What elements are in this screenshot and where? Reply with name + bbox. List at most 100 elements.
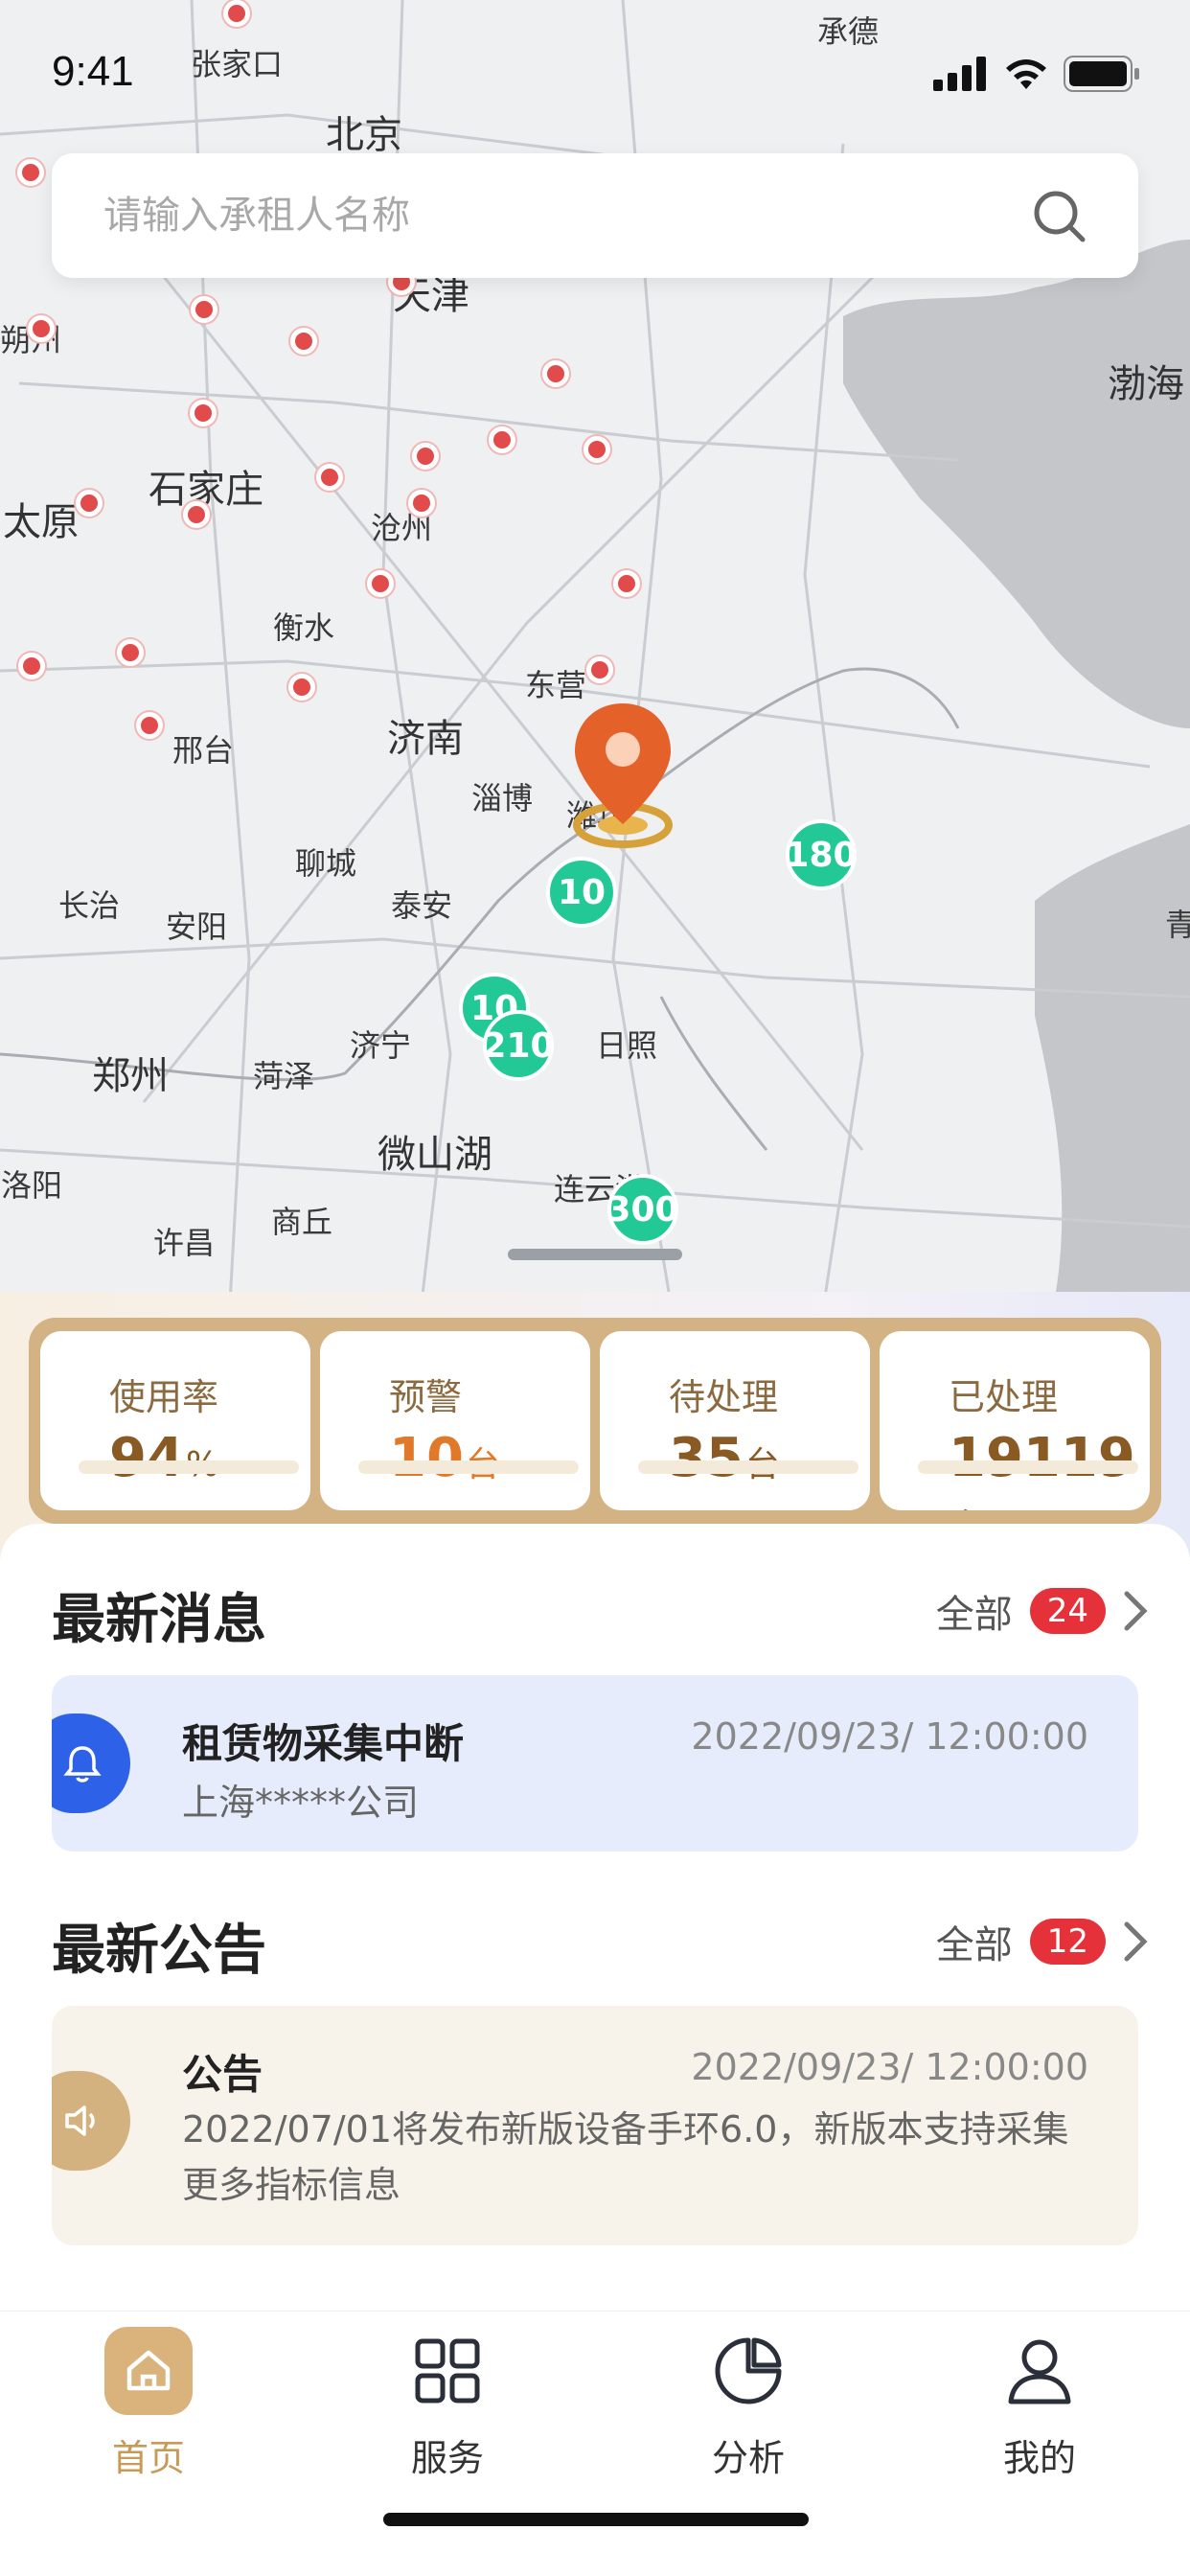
battery-icon (1064, 56, 1139, 92)
city-label: 日照 (595, 1027, 658, 1064)
messages-more-link[interactable]: 全部 24 (936, 1583, 1148, 1639)
grid-icon (403, 2327, 492, 2415)
city-label: 许昌 (152, 1225, 216, 1261)
stat-label: 待处理 (669, 1376, 779, 1418)
tab-services[interactable]: 服务 (371, 2327, 524, 2481)
stat-label: 使用率 (109, 1376, 219, 1418)
search-input[interactable] (102, 193, 968, 239)
city-label: 邢台 (172, 732, 235, 769)
bell-icon (63, 1746, 102, 1782)
city-marker (489, 426, 515, 453)
bell-icon-wrap (52, 1714, 130, 1813)
more-label: 全部 (935, 1593, 1013, 1637)
tab-home[interactable]: 首页 (72, 2327, 225, 2481)
notices-title: 最新公告 (52, 1920, 266, 1982)
city-marker (542, 360, 569, 387)
tab-profile[interactable]: 我的 (963, 2327, 1116, 2481)
city-marker (586, 656, 613, 683)
city-marker (412, 443, 439, 470)
city-label: 长治 (57, 887, 121, 924)
search-icon[interactable] (1031, 188, 1088, 245)
stat-label: 已处理 (949, 1376, 1059, 1418)
city-marker (18, 653, 45, 679)
location-pin-icon[interactable] (567, 696, 682, 859)
city-label: 济宁 (349, 1027, 412, 1064)
stat-value: 10台 (389, 1427, 500, 1489)
stat-usage-card[interactable]: 使用率 94% (40, 1331, 310, 1510)
city-marker (613, 570, 640, 597)
city-marker (17, 159, 44, 186)
cluster-marker[interactable]: 10 (546, 857, 617, 928)
city-marker (190, 400, 217, 426)
stat-progress-bar (638, 1460, 858, 1474)
stat-progress-bar (358, 1460, 579, 1474)
signal-icon (933, 57, 986, 91)
city-label: 商丘 (270, 1204, 333, 1240)
stat-value: 94% (109, 1427, 218, 1489)
message-company: 上海*****公司 (182, 1782, 420, 1824)
city-label: 泰安 (390, 887, 453, 924)
count-badge: 12 (1029, 1919, 1106, 1965)
city-marker (316, 464, 343, 491)
stat-progress-bar (918, 1460, 1138, 1474)
city-label: 微山湖 (378, 1133, 492, 1177)
home-indicator[interactable] (383, 2513, 809, 2526)
city-marker (76, 490, 103, 517)
cluster-marker[interactable]: 300 (606, 1174, 679, 1245)
tab-label: 我的 (1002, 2437, 1076, 2479)
city-marker (367, 570, 394, 597)
city-marker (117, 639, 144, 666)
city-marker (136, 712, 163, 739)
city-label: 太原 (3, 500, 80, 544)
city-label: 洛阳 (0, 1167, 63, 1204)
notice-body: 2022/07/01将发布新版设备手环6.0，新版本支持采集更多指标信息 (182, 2108, 1069, 2206)
stat-label: 预警 (389, 1376, 463, 1418)
wifi-icon (1006, 59, 1046, 89)
city-marker (191, 296, 217, 323)
stat-warning-card[interactable]: 预警 10台 (320, 1331, 590, 1510)
stats-row: 使用率 94% 预警 10台 待处理 35台 已处理 19119台 (29, 1318, 1161, 1524)
city-label: 菏泽 (252, 1058, 315, 1094)
stat-progress-bar (79, 1460, 299, 1474)
chevron-right-icon (1124, 1921, 1148, 1962)
city-marker (183, 501, 210, 528)
tab-label: 首页 (111, 2437, 185, 2479)
cluster-marker[interactable]: 210 (482, 1010, 555, 1081)
notice-card[interactable]: 公告 2022/09/23/ 12:00:00 2022/07/01将发布新版设… (52, 2006, 1138, 2245)
user-icon (995, 2327, 1084, 2415)
search-bar[interactable] (52, 153, 1138, 278)
city-label: 淄博 (470, 780, 534, 816)
notices-more-link[interactable]: 全部 12 (936, 1914, 1148, 1969)
notice-time: 2022/09/23/ 12:00:00 (691, 2046, 1088, 2088)
city-marker (408, 490, 435, 517)
stat-pending-card[interactable]: 待处理 35台 (600, 1331, 870, 1510)
message-title: 租赁物采集中断 (182, 1720, 465, 1767)
city-label: 渤海 (1108, 362, 1184, 406)
status-bar: 9:41 (0, 0, 1190, 144)
city-label: 安阳 (165, 908, 228, 945)
notice-title: 公告 (182, 2051, 263, 2098)
cluster-marker[interactable]: 180 (785, 819, 858, 890)
tab-label: 分析 (711, 2437, 785, 2479)
city-marker (290, 328, 317, 355)
tab-label: 服务 (410, 2437, 484, 2479)
stat-processed-card[interactable]: 已处理 19119台 (880, 1331, 1150, 1510)
messages-title: 最新消息 (52, 1589, 266, 1651)
tab-analysis[interactable]: 分析 (672, 2327, 825, 2481)
stat-value: 35台 (669, 1427, 780, 1489)
message-time: 2022/09/23/ 12:00:00 (691, 1715, 1088, 1758)
more-label: 全部 (935, 1923, 1013, 1967)
count-badge: 24 (1029, 1588, 1106, 1634)
city-label: 衡水 (272, 610, 335, 646)
drag-handle[interactable] (508, 1249, 682, 1260)
city-label: 聊城 (294, 845, 357, 882)
chevron-right-icon (1124, 1591, 1148, 1631)
city-label: 青 (1164, 907, 1190, 943)
tab-bar: 首页 服务 分析 我的 (0, 2312, 1190, 2576)
status-time: 9:41 (52, 48, 134, 95)
city-marker (288, 674, 315, 701)
home-icon (104, 2327, 193, 2415)
message-card[interactable]: 租赁物采集中断 2022/09/23/ 12:00:00 上海*****公司 (52, 1675, 1138, 1852)
pie-icon (704, 2327, 792, 2415)
city-label: 郑州 (92, 1054, 169, 1098)
